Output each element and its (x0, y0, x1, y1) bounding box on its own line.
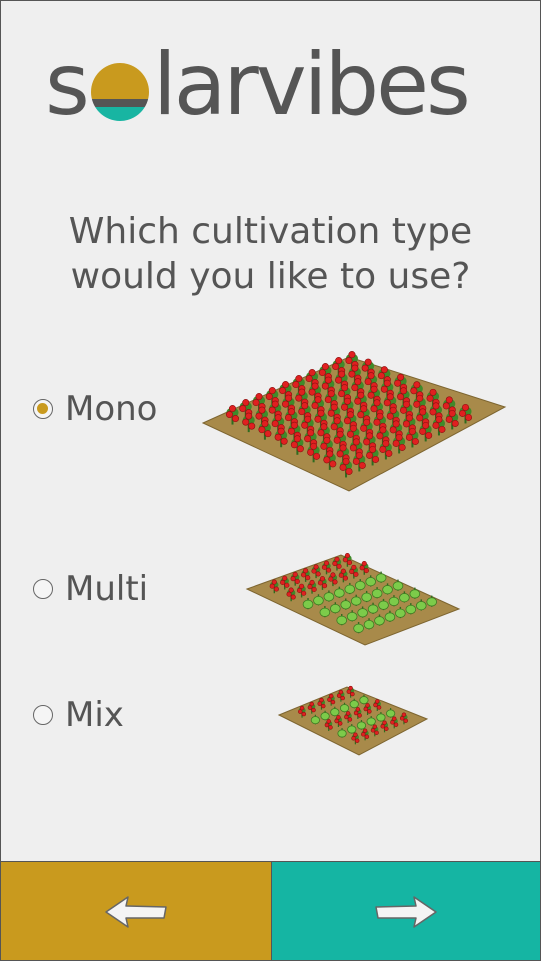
arrow-right-icon (375, 896, 437, 928)
next-button[interactable] (272, 861, 540, 960)
solarvibes-logo: s larvibes (45, 35, 471, 135)
radio-mono[interactable] (33, 399, 53, 419)
option-mix[interactable]: Mix (33, 695, 124, 735)
mix-field-icon (277, 685, 429, 756)
option-mono-label: Mono (65, 389, 158, 429)
sun-logo-icon (90, 63, 149, 121)
app-screen: s larvibes Which cultivation type would … (0, 0, 541, 961)
mono-field-icon (201, 351, 507, 492)
option-multi-label: Multi (65, 569, 149, 609)
question-line-2: would you like to use? (70, 256, 471, 297)
option-mono[interactable]: Mono (33, 389, 158, 429)
option-multi[interactable]: Multi (33, 569, 148, 609)
radio-multi[interactable] (33, 579, 53, 599)
logo-text-prefix: s (45, 35, 90, 135)
logo-text-suffix: larvibes (152, 35, 471, 135)
arrow-left-icon (105, 896, 167, 928)
question-line-1: Which cultivation type (68, 211, 473, 252)
multi-field-icon (245, 553, 461, 646)
radio-mix[interactable] (33, 705, 53, 725)
back-button[interactable] (1, 861, 272, 960)
option-mix-label: Mix (65, 695, 124, 735)
